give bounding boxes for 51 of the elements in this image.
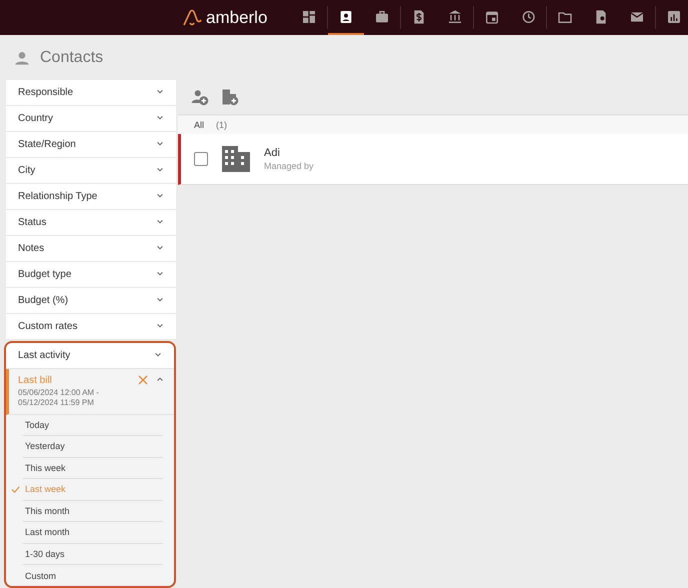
contact-name[interactable]: Adi	[264, 147, 314, 159]
logo-text: amberlo	[206, 8, 268, 28]
contact-count: (1)	[216, 120, 228, 130]
date-option[interactable]: 1-30 days	[23, 544, 163, 566]
filter-label: Budget type	[18, 268, 72, 280]
person-icon	[14, 50, 30, 66]
filter-label: Custom rates	[18, 320, 78, 332]
filter-label: Status	[18, 216, 46, 228]
building-icon	[222, 146, 250, 172]
filter-label: State/Region	[18, 138, 76, 150]
contact-row[interactable]: Adi Managed by	[178, 134, 688, 185]
filter-label: Notes	[18, 242, 44, 254]
filter-row[interactable]: Status	[6, 210, 176, 236]
nav-report-icon[interactable]	[666, 8, 682, 24]
add-building-icon[interactable]	[221, 88, 239, 106]
add-person-icon[interactable]	[191, 88, 209, 106]
date-range-text: 05/06/2024 12:00 AM - 05/12/2024 11:59 PM	[18, 388, 100, 408]
filter-row[interactable]: City	[6, 158, 176, 184]
filter-label: Last activity	[18, 350, 70, 361]
filter-row[interactable]: Custom rates	[6, 314, 176, 340]
all-tab[interactable]: All	[194, 120, 204, 130]
row-checkbox[interactable]	[194, 152, 208, 166]
logo-icon	[182, 8, 202, 28]
nav-bank-icon[interactable]	[447, 8, 464, 24]
filter-row[interactable]: Country	[6, 106, 176, 132]
filter-row[interactable]: Relationship Type	[6, 184, 176, 210]
filter-row[interactable]: Budget type	[6, 262, 176, 288]
nav-time-icon[interactable]	[520, 8, 536, 24]
date-option[interactable]: Today	[23, 414, 163, 436]
date-option[interactable]: Yesterday	[23, 436, 163, 458]
date-option[interactable]: This week	[23, 458, 163, 480]
page-title: Contacts	[40, 48, 104, 66]
date-option[interactable]: Last month	[23, 522, 163, 544]
checkmark-icon	[11, 484, 20, 494]
filter-row[interactable]: Last activity	[6, 342, 174, 369]
filter-row[interactable]: Notes	[6, 236, 176, 262]
nav-briefcase-icon[interactable]	[374, 8, 390, 24]
nav-dashboard-icon[interactable]	[301, 8, 318, 24]
nav-contacts-icon[interactable]	[338, 8, 354, 24]
filter-label: Budget (%)	[18, 294, 68, 306]
nav-calendar-icon[interactable]	[484, 8, 500, 24]
filter-label: City	[18, 164, 36, 176]
filter-label: Relationship Type	[18, 190, 98, 202]
filter-row[interactable]: Budget (%)	[6, 288, 176, 314]
date-option[interactable]: This month	[23, 500, 163, 522]
filter-row[interactable]: State/Region	[6, 132, 176, 158]
filter-label: Country	[18, 112, 54, 124]
date-option[interactable]: Custom	[23, 565, 163, 586]
contact-subtitle: Managed by	[264, 161, 314, 171]
filter-label: Responsible	[18, 86, 74, 98]
filter-row[interactable]: Responsible	[6, 80, 176, 106]
